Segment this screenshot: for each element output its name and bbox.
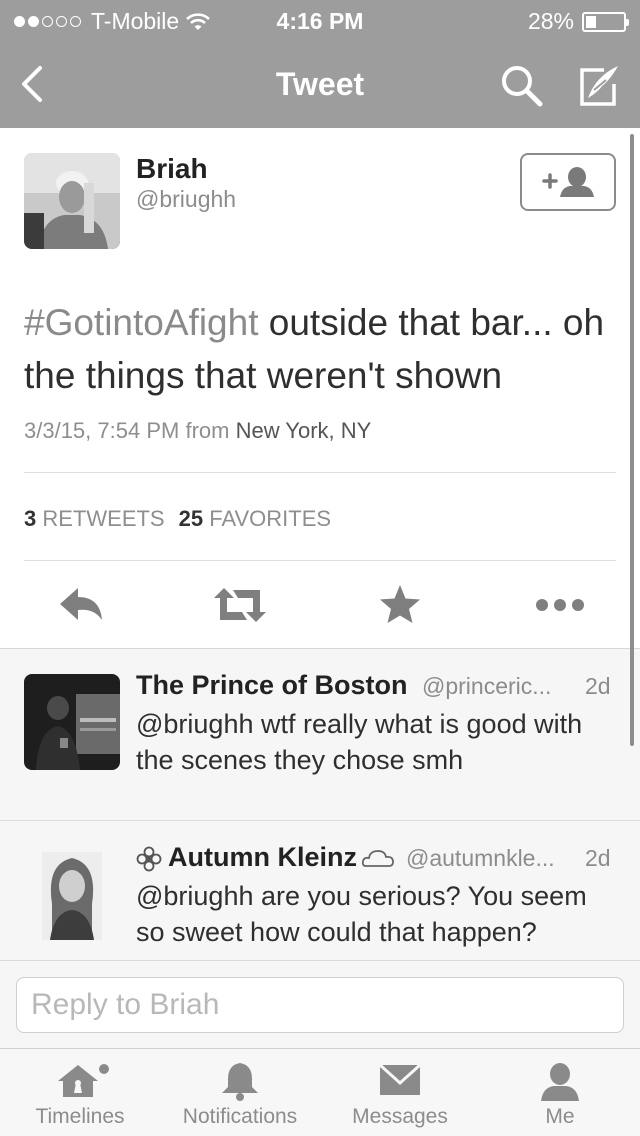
engagement-counts: 3 RETWEETS 25 FAVORITES xyxy=(24,506,331,532)
navigation-bar: Tweet xyxy=(0,40,640,128)
reply-avatar[interactable] xyxy=(24,674,120,770)
tab-me[interactable]: Me xyxy=(500,1049,620,1136)
reply-timestamp: 2d xyxy=(585,845,611,871)
reply-avatar[interactable] xyxy=(24,844,120,940)
reply-timestamp: 2d xyxy=(585,673,611,699)
author-name[interactable]: Briah xyxy=(136,153,208,185)
author-avatar[interactable] xyxy=(24,153,120,249)
follow-button[interactable] xyxy=(520,153,616,211)
compose-icon[interactable] xyxy=(574,62,624,110)
favorite-star-icon[interactable] xyxy=(378,582,422,628)
from-label: from xyxy=(185,418,230,443)
tab-label: Messages xyxy=(352,1105,448,1128)
reply-author-handle[interactable]: @princeric... xyxy=(422,673,551,700)
tab-timelines[interactable]: Timelines xyxy=(20,1049,140,1136)
reply-author-name[interactable]: Autumn Kleinz xyxy=(168,842,357,873)
reply-author-name[interactable]: The Prince of Boston xyxy=(136,670,408,701)
battery-percent: 28% xyxy=(527,8,574,34)
tab-notifications[interactable]: Notifications xyxy=(165,1049,315,1136)
favorites-count-link[interactable]: 25 FAVORITES xyxy=(179,506,331,532)
reply-input[interactable] xyxy=(16,977,624,1033)
reply-icon[interactable] xyxy=(56,582,106,628)
reply-text: @briughh wtf really what is good with th… xyxy=(136,709,583,775)
divider xyxy=(24,472,616,473)
tab-label: Timelines xyxy=(35,1105,125,1128)
tab-bar: Timelines Notifications Messages Me xyxy=(0,1048,640,1136)
divider xyxy=(24,560,616,561)
retweets-count-link[interactable]: 3 RETWEETS xyxy=(24,506,165,532)
reply-author-handle[interactable]: @autumnkle... xyxy=(406,845,555,872)
retweet-icon[interactable] xyxy=(212,582,268,628)
tweet-location[interactable]: New York, NY xyxy=(236,418,372,443)
scrollbar[interactable] xyxy=(630,134,634,746)
search-icon[interactable] xyxy=(498,62,546,110)
home-icon xyxy=(58,1064,109,1097)
tab-label: Notifications xyxy=(182,1105,298,1128)
divider xyxy=(0,648,640,649)
author-handle[interactable]: @briughh xyxy=(136,186,236,213)
reply-text: @briughh are you serious? You seem so sw… xyxy=(136,881,587,947)
tweet-meta: 3/3/15, 7:54 PM from New York, NY xyxy=(24,418,371,444)
hashtag-link[interactable]: #GotintoAfight xyxy=(24,302,258,343)
flower-icon xyxy=(136,846,162,872)
divider xyxy=(0,820,640,821)
tab-label: Me xyxy=(545,1105,575,1128)
more-options-icon[interactable] xyxy=(534,582,586,628)
battery-icon xyxy=(582,11,629,32)
status-bar: T-Mobile 4:16 PM 28% xyxy=(0,0,640,40)
person-icon xyxy=(541,1063,579,1101)
tab-messages[interactable]: Messages xyxy=(335,1049,465,1136)
tweet-text: #GotintoAfight outside that bar... oh th… xyxy=(24,296,616,402)
top-bar: T-Mobile 4:16 PM 28% Tweet xyxy=(0,0,640,128)
bell-icon xyxy=(222,1063,258,1101)
add-user-icon xyxy=(542,167,594,197)
tweet-timestamp: 3/3/15, 7:54 PM xyxy=(24,418,180,443)
envelope-icon xyxy=(378,1063,422,1095)
reply-composer xyxy=(0,960,640,1048)
cloud-icon xyxy=(361,850,394,867)
